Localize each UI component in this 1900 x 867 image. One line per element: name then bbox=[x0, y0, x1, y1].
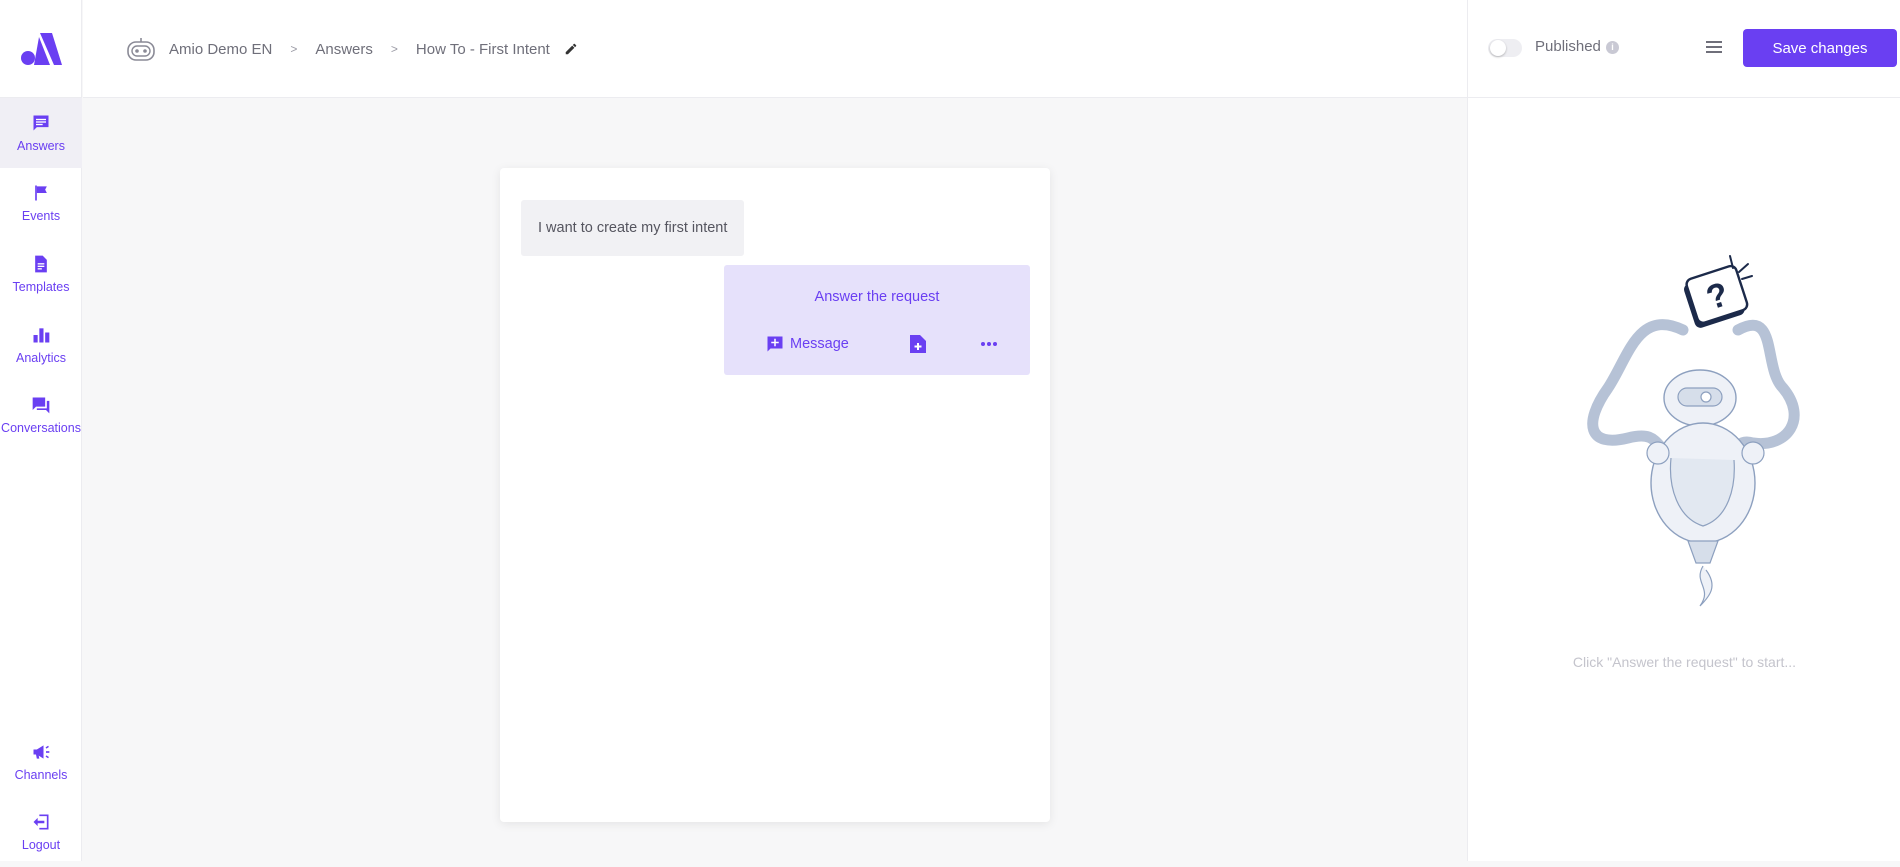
sidebar: Answers Events Templates Analytics Conve… bbox=[0, 0, 82, 861]
user-message-text: I want to create my first intent bbox=[538, 220, 728, 236]
sidebar-item-label: Analytics bbox=[15, 351, 67, 365]
bot-avatar-icon bbox=[127, 38, 155, 61]
breadcrumb-answers[interactable]: Answers bbox=[315, 41, 373, 58]
sidebar-item-events[interactable]: Events bbox=[0, 168, 82, 238]
top-bar: Amio Demo EN > Answers > How To - First … bbox=[83, 0, 1467, 98]
breadcrumb-separator: > bbox=[390, 42, 398, 56]
breadcrumb-current-page: How To - First Intent bbox=[415, 40, 550, 58]
sidebar-item-channels[interactable]: Channels bbox=[0, 727, 82, 797]
right-panel: ? Click "Answer the request" to start... bbox=[1467, 98, 1900, 861]
sidebar-item-label: Events bbox=[21, 209, 61, 223]
flag-icon bbox=[35, 185, 47, 201]
megaphone-icon bbox=[33, 745, 50, 759]
breadcrumb-separator: > bbox=[290, 42, 298, 56]
add-comment-icon bbox=[767, 336, 783, 352]
published-label: Published bbox=[1535, 38, 1601, 55]
breadcrumb-bot[interactable]: Amio Demo EN bbox=[169, 41, 272, 58]
sidebar-item-answers[interactable]: Answers bbox=[0, 98, 82, 168]
forum-icon bbox=[32, 397, 50, 414]
message-label: Message bbox=[790, 336, 849, 352]
sidebar-item-label: Answers bbox=[17, 139, 65, 153]
breadcrumb: Amio Demo EN > Answers > How To - First … bbox=[125, 0, 578, 98]
save-changes-button[interactable]: Save changes bbox=[1743, 29, 1897, 67]
empty-state-hint: Click "Answer the request" to start... bbox=[1572, 654, 1797, 670]
sidebar-item-conversations[interactable]: Conversations bbox=[0, 380, 82, 450]
sidebar-item-label: Templates bbox=[12, 280, 70, 294]
published-toggle[interactable] bbox=[1488, 39, 1522, 57]
answer-box: Answer the request Message bbox=[724, 265, 1030, 375]
amio-logo-icon bbox=[21, 32, 62, 65]
answer-the-request-link[interactable]: Answer the request bbox=[724, 289, 1030, 305]
sidebar-item-logout[interactable]: Logout bbox=[0, 797, 82, 867]
info-icon[interactable]: i bbox=[1606, 41, 1619, 54]
chat-icon bbox=[33, 115, 49, 131]
more-options-icon[interactable] bbox=[980, 335, 998, 353]
bar-chart-icon bbox=[33, 328, 50, 343]
toggle-knob bbox=[1490, 40, 1506, 56]
hamburger-menu-icon[interactable] bbox=[1705, 38, 1723, 56]
user-message-bubble[interactable]: I want to create my first intent bbox=[521, 200, 745, 256]
sidebar-item-analytics[interactable]: Analytics bbox=[0, 310, 82, 380]
intent-editor-card: I want to create my first intent Answer … bbox=[500, 168, 1050, 822]
sidebar-item-templates[interactable]: Templates bbox=[0, 239, 82, 309]
confused-robot-illustration: ? bbox=[1587, 255, 1800, 607]
sidebar-item-label: Logout bbox=[21, 838, 61, 852]
add-message-button[interactable]: Message bbox=[766, 334, 849, 354]
add-file-icon[interactable] bbox=[909, 334, 927, 354]
logout-icon bbox=[33, 814, 49, 830]
app-logo[interactable] bbox=[0, 0, 82, 98]
document-icon bbox=[35, 255, 47, 273]
sidebar-item-label: Conversations bbox=[1, 421, 81, 435]
sidebar-item-label: Channels bbox=[14, 768, 68, 782]
right-header: Published i Save changes bbox=[1467, 0, 1900, 98]
edit-pencil-icon[interactable] bbox=[564, 42, 578, 56]
